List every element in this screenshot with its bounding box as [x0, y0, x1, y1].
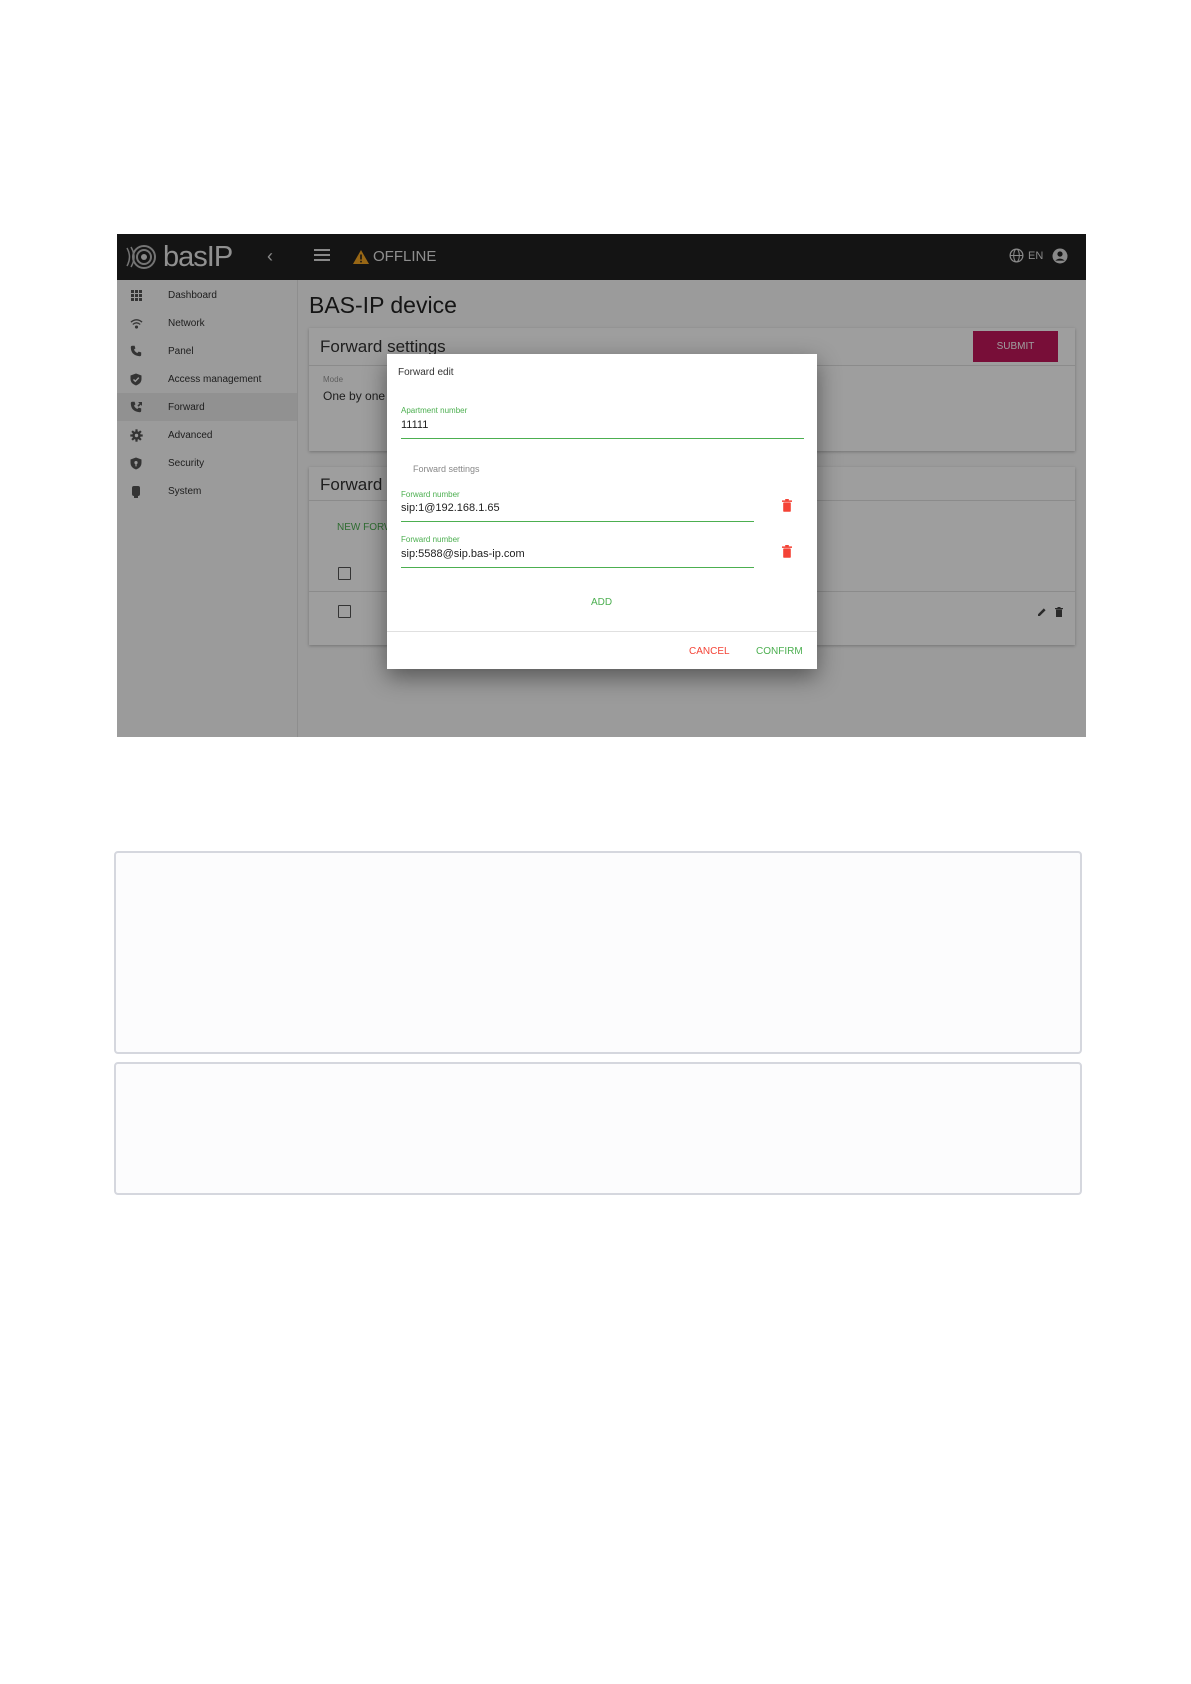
- delete-forward-icon[interactable]: [782, 545, 792, 558]
- empty-note-box: [114, 1062, 1082, 1195]
- apartment-number-input[interactable]: 11111: [401, 419, 428, 431]
- input-underline: [401, 438, 804, 439]
- forward-number-input[interactable]: sip:1@192.168.1.65: [401, 502, 500, 514]
- dialog-title: Forward edit: [398, 367, 454, 378]
- forward-number-label: Forward number: [401, 535, 460, 544]
- confirm-button[interactable]: CONFIRM: [756, 646, 803, 657]
- forward-edit-dialog: Forward edit Apartment number 11111 Forw…: [387, 354, 817, 669]
- forward-number-label: Forward number: [401, 490, 460, 499]
- add-forward-button[interactable]: ADD: [591, 597, 612, 608]
- forward-settings-section-label: Forward settings: [413, 464, 480, 474]
- apartment-number-label: Apartment number: [401, 406, 468, 415]
- input-underline: [401, 567, 754, 568]
- delete-forward-icon[interactable]: [782, 499, 792, 512]
- forward-number-input[interactable]: sip:5588@sip.bas-ip.com: [401, 548, 525, 560]
- input-underline: [401, 521, 754, 522]
- cancel-button[interactable]: CANCEL: [689, 646, 730, 657]
- screenshot-frame: basIP ‹ OFFLINE EN Dashboard Network Pan…: [117, 234, 1086, 737]
- empty-note-box: [114, 851, 1082, 1054]
- dialog-divider: [387, 631, 817, 632]
